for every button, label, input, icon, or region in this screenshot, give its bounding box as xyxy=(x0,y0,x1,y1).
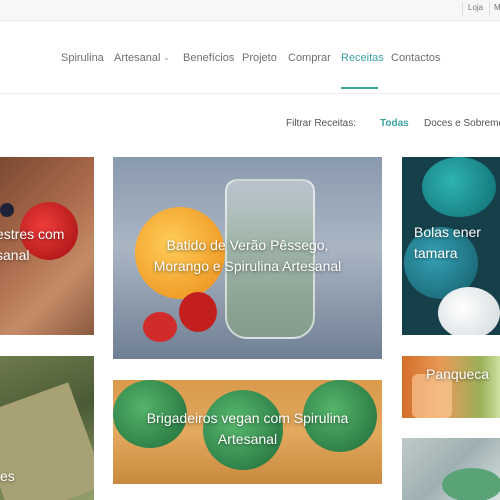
recipe-card[interactable]: Panqueca xyxy=(402,356,500,418)
recipe-card-title: es xyxy=(0,468,15,484)
chevron-down-icon[interactable]: ⌄ xyxy=(163,53,170,62)
recipe-card[interactable] xyxy=(402,438,500,500)
topbar-separator xyxy=(462,2,463,16)
recipe-card[interactable]: Batido de Verão Pêssego, Morango e Spiru… xyxy=(113,157,382,359)
topbar-link-cut[interactable]: M xyxy=(494,3,500,12)
nav-item-comprar[interactable]: Comprar xyxy=(288,52,331,64)
recipe-card[interactable]: Brigadeiros vegan com Spirulina Artesana… xyxy=(113,380,382,484)
top-bar: Loja M xyxy=(0,0,500,21)
topbar-separator xyxy=(489,2,490,16)
recipe-card-title: Batido de Verão Pêssego, Morango e Spiru… xyxy=(153,237,342,274)
filter-option-todas[interactable]: Todas xyxy=(380,118,409,129)
green-garnish-shape xyxy=(442,468,500,500)
active-nav-underline xyxy=(341,87,378,89)
recipe-card[interactable]: Bolas ener tamara xyxy=(402,157,500,335)
recipe-card[interactable]: es xyxy=(0,356,94,500)
nav-item-receitas[interactable]: Receitas xyxy=(341,52,384,64)
nav-item-beneficios[interactable]: Benefícios xyxy=(183,52,234,64)
strawberry-shape xyxy=(143,312,177,342)
coconut-ball-shape xyxy=(438,287,500,335)
recipe-card[interactable]: estres com sanal xyxy=(0,157,94,335)
recipe-card-title: estres com sanal xyxy=(0,226,65,263)
store-link[interactable]: Loja xyxy=(468,3,483,12)
recipe-card-title: Brigadeiros vegan com Spirulina Artesana… xyxy=(146,410,349,447)
recipe-card-title: Panqueca xyxy=(426,366,490,382)
filter-label: Filtrar Receitas: xyxy=(286,118,357,129)
main-navigation: Spirulina Artesanal ⌄ Benefícios Projeto… xyxy=(0,21,500,94)
nav-item-artesanal[interactable]: Artesanal xyxy=(114,52,160,64)
nav-item-spirulina[interactable]: Spirulina xyxy=(61,52,104,64)
blueberry-shape xyxy=(0,203,14,217)
energy-ball-shape xyxy=(422,157,496,217)
filter-option-doces[interactable]: Doces e Sobreme xyxy=(424,118,500,129)
nav-item-projeto[interactable]: Projeto xyxy=(242,52,277,64)
nav-item-contactos[interactable]: Contactos xyxy=(391,52,441,64)
recipe-card-title: Bolas ener tamara xyxy=(414,224,481,261)
strawberry-shape xyxy=(179,292,217,332)
